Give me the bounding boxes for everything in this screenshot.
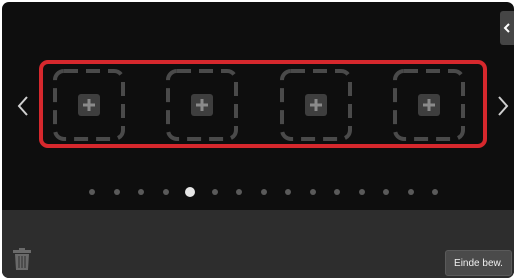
previous-page-button[interactable]	[14, 92, 32, 120]
page-dot[interactable]	[113, 189, 120, 195]
next-page-button[interactable]	[494, 92, 512, 120]
page-dot-active[interactable]	[185, 187, 195, 197]
page-dot[interactable]	[358, 189, 365, 195]
bottom-bar	[2, 210, 514, 278]
slots-highlight-frame	[39, 60, 487, 148]
trash-icon	[13, 248, 31, 270]
shortcut-panel: Einde bew.	[2, 2, 514, 278]
page-dot[interactable]	[383, 189, 389, 195]
page-dot[interactable]	[285, 189, 291, 195]
collapse-panel-button[interactable]	[500, 11, 514, 45]
page-dot[interactable]	[407, 189, 414, 195]
chevron-left-icon	[503, 23, 510, 33]
page-indicator	[2, 186, 514, 198]
end-edit-button[interactable]: Einde bew.	[445, 250, 512, 276]
page-dot[interactable]	[211, 189, 218, 195]
chevron-right-icon	[498, 96, 509, 116]
chevron-left-icon	[17, 96, 28, 116]
page-dot[interactable]	[309, 189, 316, 195]
delete-button[interactable]	[13, 248, 31, 270]
page-dot[interactable]	[162, 189, 169, 195]
page-dot[interactable]	[432, 189, 438, 195]
page-dot[interactable]	[236, 189, 242, 195]
page-dot[interactable]	[260, 189, 267, 195]
page-dot[interactable]	[334, 189, 340, 195]
page-dot[interactable]	[138, 189, 144, 195]
page-dot[interactable]	[89, 189, 95, 195]
